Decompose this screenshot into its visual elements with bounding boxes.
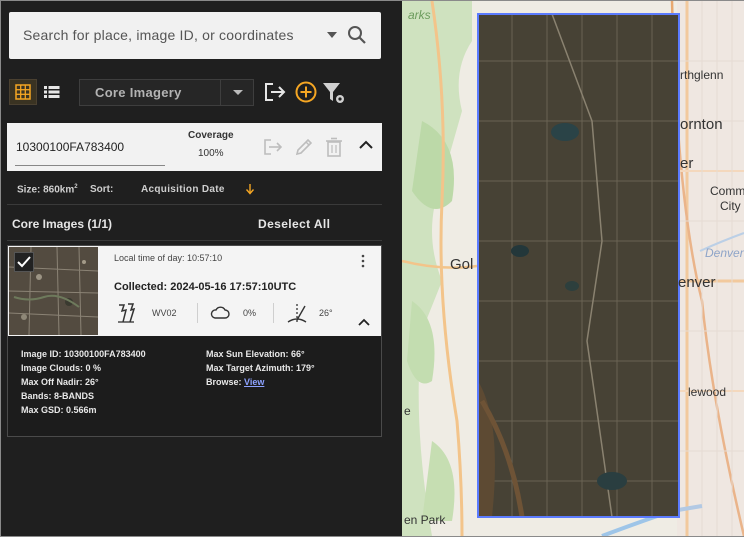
image-footprint[interactable] (477, 13, 680, 518)
deselect-all-button[interactable]: Deselect All (258, 217, 330, 231)
search-input[interactable] (23, 24, 313, 46)
browse-view-link[interactable]: View (244, 377, 264, 387)
detail-value: 0 % (85, 363, 102, 373)
divider (7, 204, 382, 205)
collection-select[interactable]: Core Imagery (79, 79, 254, 106)
more-options-icon[interactable] (360, 254, 366, 268)
chevron-up-icon[interactable] (358, 318, 370, 326)
satellite-name: WV02 (152, 308, 177, 318)
image-card[interactable]: Local time of day: 10:57:10 Collected: 2… (7, 245, 382, 437)
detail-image-id: Image ID: 10300100FA783400 (21, 349, 146, 359)
map-label-commerce: Comm (710, 184, 744, 198)
off-nadir-icon (287, 304, 307, 323)
detail-value: 10300100FA783400 (64, 349, 146, 359)
grid-view-icon (15, 84, 31, 100)
cloud-icon (210, 306, 230, 319)
detail-clouds: Image Clouds: 0 % (21, 363, 101, 373)
export-icon[interactable] (262, 137, 284, 157)
map-view[interactable]: rthglenn ornton er Comm City Denver Gol … (402, 1, 744, 536)
detail-bands: Bands: 8-BANDS (21, 391, 94, 401)
pencil-icon[interactable] (294, 137, 314, 157)
detail-label: Max Off Nadir: (21, 377, 83, 387)
coverage-label: Coverage (188, 130, 234, 141)
cloud-value: 0% (243, 308, 257, 318)
map-label-park: en Park (404, 513, 446, 527)
image-thumbnail[interactable] (9, 247, 98, 335)
detail-sun-elevation: Max Sun Elevation: 66° (206, 349, 305, 359)
detail-label: Max Sun Elevation: (206, 349, 289, 359)
detail-label: Image ID: (21, 349, 62, 359)
aoi-card: 10300100FA783400 Coverage 100% (7, 123, 382, 171)
search-icon[interactable] (347, 25, 367, 45)
detail-value: 26° (85, 377, 99, 387)
map-label-northglenn: rthglenn (680, 68, 724, 82)
coverage-value: 100% (198, 148, 224, 159)
local-time: Local time of day: 10:57:10 (114, 253, 223, 263)
map-label-denver: enver (678, 274, 716, 291)
map-label-e: e (404, 404, 411, 418)
detail-label: Image Clouds: (21, 363, 84, 373)
map-label-er: er (680, 155, 694, 172)
caret-down-icon[interactable] (327, 28, 337, 42)
detail-value: 179° (296, 363, 315, 373)
detail-off-nadir: Max Off Nadir: 26° (21, 377, 99, 387)
map-label-city: City (720, 199, 741, 213)
sort-select[interactable]: Acquisition Date (141, 184, 225, 195)
checkmark-icon (17, 256, 31, 268)
core-images-title: Core Images (1/1) (12, 217, 113, 231)
grid-view-button[interactable] (9, 79, 37, 105)
aoi-size-sup: 2 (74, 184, 78, 190)
detail-browse: Browse: View (206, 377, 264, 387)
detail-gsd: Max GSD: 0.566m (21, 405, 97, 415)
list-view-button[interactable] (39, 79, 65, 105)
map-label-golden: Gol (450, 256, 474, 273)
aoi-id-underline (15, 165, 165, 166)
aoi-id[interactable]: 10300100FA783400 (16, 140, 124, 154)
detail-label: Bands: (21, 391, 52, 401)
off-nadir-value: 26° (319, 308, 333, 318)
map-label-englewood: lewood (688, 385, 727, 399)
separator (273, 303, 274, 323)
detail-value: 66° (291, 349, 305, 359)
select-divider (220, 80, 221, 105)
aoi-size-text: Size: 860km (17, 184, 75, 196)
collection-label: Core Imagery (95, 85, 182, 100)
detail-target-azimuth: Max Target Azimuth: 179° (206, 363, 315, 373)
sort-label: Sort: (90, 184, 114, 195)
filter-settings-icon[interactable] (322, 81, 346, 105)
select-checkbox[interactable] (14, 252, 34, 272)
detail-label: Browse: (206, 377, 242, 387)
separator (197, 303, 198, 323)
add-circle-icon[interactable] (295, 81, 317, 103)
detail-label: Max Target Azimuth: (206, 363, 294, 373)
detail-label: Max GSD: (21, 405, 64, 415)
detail-value: 0.566m (66, 405, 97, 415)
aoi-size: Size: 860km2 (17, 184, 78, 195)
map-label-parks: arks (408, 8, 431, 22)
imagery-search-panel: Core Imagery 10300100FA783400 Coverage 1… (1, 1, 402, 536)
map-label-thornton: ornton (680, 116, 723, 133)
map-label-denver-italic: Denver (705, 246, 744, 260)
search-bar (9, 12, 381, 59)
arrow-down-icon[interactable] (245, 183, 255, 195)
divider (7, 240, 382, 241)
chevron-down-icon[interactable] (232, 89, 244, 97)
list-view-icon (44, 86, 60, 98)
detail-value: 8-BANDS (54, 391, 95, 401)
collected-time: Collected: 2024-05-16 17:57:10UTC (114, 281, 297, 293)
trash-icon[interactable] (325, 137, 343, 157)
image-card-header: Local time of day: 10:57:10 Collected: 2… (8, 246, 381, 336)
chevron-up-icon[interactable] (359, 140, 373, 150)
satellite-icon (118, 303, 136, 323)
export-icon[interactable] (263, 81, 287, 103)
